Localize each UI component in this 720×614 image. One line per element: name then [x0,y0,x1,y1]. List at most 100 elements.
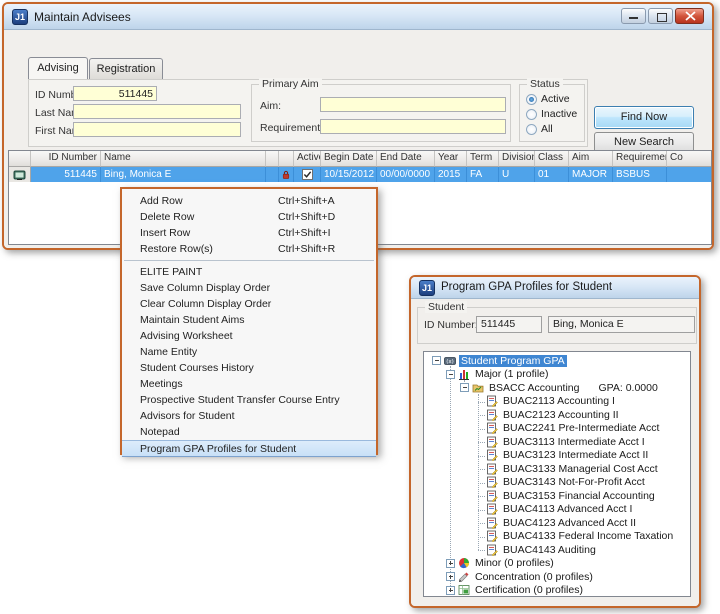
tree-item-course[interactable]: BUAC2241 Pre-Intermediate Acct [424,422,690,436]
course-note-icon [486,463,498,475]
cell-active[interactable] [294,167,321,182]
menu-item-advising-worksheet[interactable]: Advising Worksheet [122,328,376,344]
tree-item-student-program-gpa[interactable]: (x) Student Program GPA [424,354,690,368]
tree-item-course[interactable]: BUAC4113 Advanced Acct I [424,503,690,517]
collapse-icon[interactable] [432,356,441,365]
tree-item-course[interactable]: BUAC2123 Accounting II [424,408,690,422]
maximize-button[interactable] [648,8,673,24]
menu-item-advisors-for-student[interactable]: Advisors for Student [122,408,376,424]
menu-item-insert-row[interactable]: Insert Row Ctrl+Shift+I [122,225,376,241]
header-flag[interactable] [266,151,279,167]
menu-separator [124,260,374,261]
main-titlebar[interactable]: J1 Maintain Advisees [4,4,712,30]
tab-registration[interactable]: Registration [89,58,163,79]
menu-item-name-entity[interactable]: Name Entity [122,344,376,360]
tree-item-major[interactable]: Major (1 profile) [424,368,690,382]
radio-all-icon[interactable] [526,124,537,135]
shortcut: Ctrl+Shift+I [278,227,362,239]
close-button[interactable] [675,8,704,24]
menu-item-restore-rows[interactable]: Restore Row(s) Ctrl+Shift+R [122,241,376,257]
tree-item-course[interactable]: BUAC2113 Accounting I [424,395,690,409]
status-option-inactive[interactable]: Inactive [526,108,577,120]
menu-item-maintain-student-aims[interactable]: Maintain Student Aims [122,312,376,328]
first-name-input[interactable] [73,122,241,137]
menu-item-elite-paint[interactable]: ELITE PAINT [122,264,376,280]
minimize-button[interactable] [621,8,646,24]
window-controls [621,8,704,24]
course-note-icon [486,517,498,529]
gpa-titlebar[interactable]: J1 Program GPA Profiles for Student [411,277,699,299]
radio-inactive-icon[interactable] [526,109,537,120]
menu-item-add-row[interactable]: Add Row Ctrl+Shift+A [122,193,376,209]
requirement-input[interactable] [320,119,506,134]
tree-item-bsacc-accounting[interactable]: BSACC Accounting GPA: 0.0000 [424,381,690,395]
header-division[interactable]: Division [499,151,535,167]
menu-item-save-column-display-order[interactable]: Save Column Display Order [122,280,376,296]
menu-item-program-gpa-profiles-for-student[interactable]: Program GPA Profiles for Student [122,440,376,457]
gpa-id-number-label: ID Number: [424,319,478,331]
header-active[interactable]: Active [294,151,321,167]
menu-item-student-courses-history[interactable]: Student Courses History [122,360,376,376]
cell-co [667,167,712,182]
primary-aim-group: Primary Aim Aim: Requirement: [251,84,511,142]
header-lock[interactable] [279,151,294,167]
find-now-button[interactable]: Find Now [594,106,694,129]
expand-icon[interactable] [446,586,455,595]
gpa-id-number-value: 511445 [476,316,542,333]
row-selector-cell[interactable] [9,167,31,182]
menu-item-meetings[interactable]: Meetings [122,376,376,392]
tree-item-course[interactable]: BUAC3153 Financial Accounting [424,489,690,503]
tree-item-course[interactable]: BUAC4123 Advanced Acct II [424,516,690,530]
header-selector[interactable] [9,151,31,167]
student-group: Student ID Number: 511445 Bing, Monica E [417,307,697,344]
folder-chart-icon [472,382,484,394]
collapse-icon[interactable] [460,383,469,392]
tree-item-course[interactable]: BUAC4143 Auditing [424,543,690,557]
menu-item-prospective-student-transfer-course-entry[interactable]: Prospective Student Transfer Course Entr… [122,392,376,408]
tree-item-course[interactable]: BUAC4133 Federal Income Taxation [424,530,690,544]
tree-item-certification[interactable]: Certification (0 profiles) [424,584,690,598]
header-requirement[interactable]: Requirement [613,151,667,167]
tree-item-concentration[interactable]: Concentration (0 profiles) [424,570,690,584]
expand-icon[interactable] [446,559,455,568]
header-id-number[interactable]: ID Number [31,151,101,167]
tree-item-course[interactable]: BUAC3143 Not-For-Profit Acct [424,476,690,490]
header-term[interactable]: Term [467,151,499,167]
header-year[interactable]: Year [435,151,467,167]
expand-icon[interactable] [446,572,455,581]
tree-item-course[interactable]: BUAC3133 Managerial Cost Acct [424,462,690,476]
header-begin-date[interactable]: Begin Date [321,151,377,167]
radio-all-label: All [541,123,553,135]
header-aim[interactable]: Aim [569,151,613,167]
last-name-input[interactable] [73,104,241,119]
pencil-icon [458,571,470,583]
shortcut: Ctrl+Shift+A [278,195,362,207]
aim-input[interactable] [320,97,506,112]
header-co[interactable]: Co [667,151,712,167]
collapse-icon[interactable] [446,370,455,379]
cell-begin-date: 10/15/2012 [321,167,377,182]
course-note-icon [486,476,498,488]
menu-item-notepad[interactable]: Notepad [122,424,376,440]
radio-active-icon[interactable] [526,94,537,105]
requirement-label: Requirement: [260,122,323,134]
shortcut: Ctrl+Shift+D [278,211,362,223]
tab-advising[interactable]: Advising [28,57,88,79]
tree-item-course[interactable]: BUAC3123 Intermediate Acct II [424,449,690,463]
menu-item-clear-column-display-order[interactable]: Clear Column Display Order [122,296,376,312]
header-class[interactable]: Class [535,151,569,167]
active-checkbox[interactable] [302,169,313,180]
tree-item-course[interactable]: BUAC3113 Intermediate Acct I [424,435,690,449]
check-icon [303,170,312,179]
status-option-all[interactable]: All [526,123,553,135]
grid-header-row: ID Number Name Active Begin Date End Dat… [9,151,711,167]
id-number-input[interactable] [73,86,157,101]
tree-item-minor[interactable]: Minor (0 profiles) [424,557,690,571]
header-name[interactable]: Name [101,151,266,167]
cell-class: 01 [535,167,569,182]
header-end-date[interactable]: End Date [377,151,435,167]
row-selector-icon [13,169,26,181]
status-option-active[interactable]: Active [526,93,570,105]
menu-item-delete-row[interactable]: Delete Row Ctrl+Shift+D [122,209,376,225]
table-row[interactable]: 511445 Bing, Monica E 10/15/2012 00/00/0… [9,167,711,182]
